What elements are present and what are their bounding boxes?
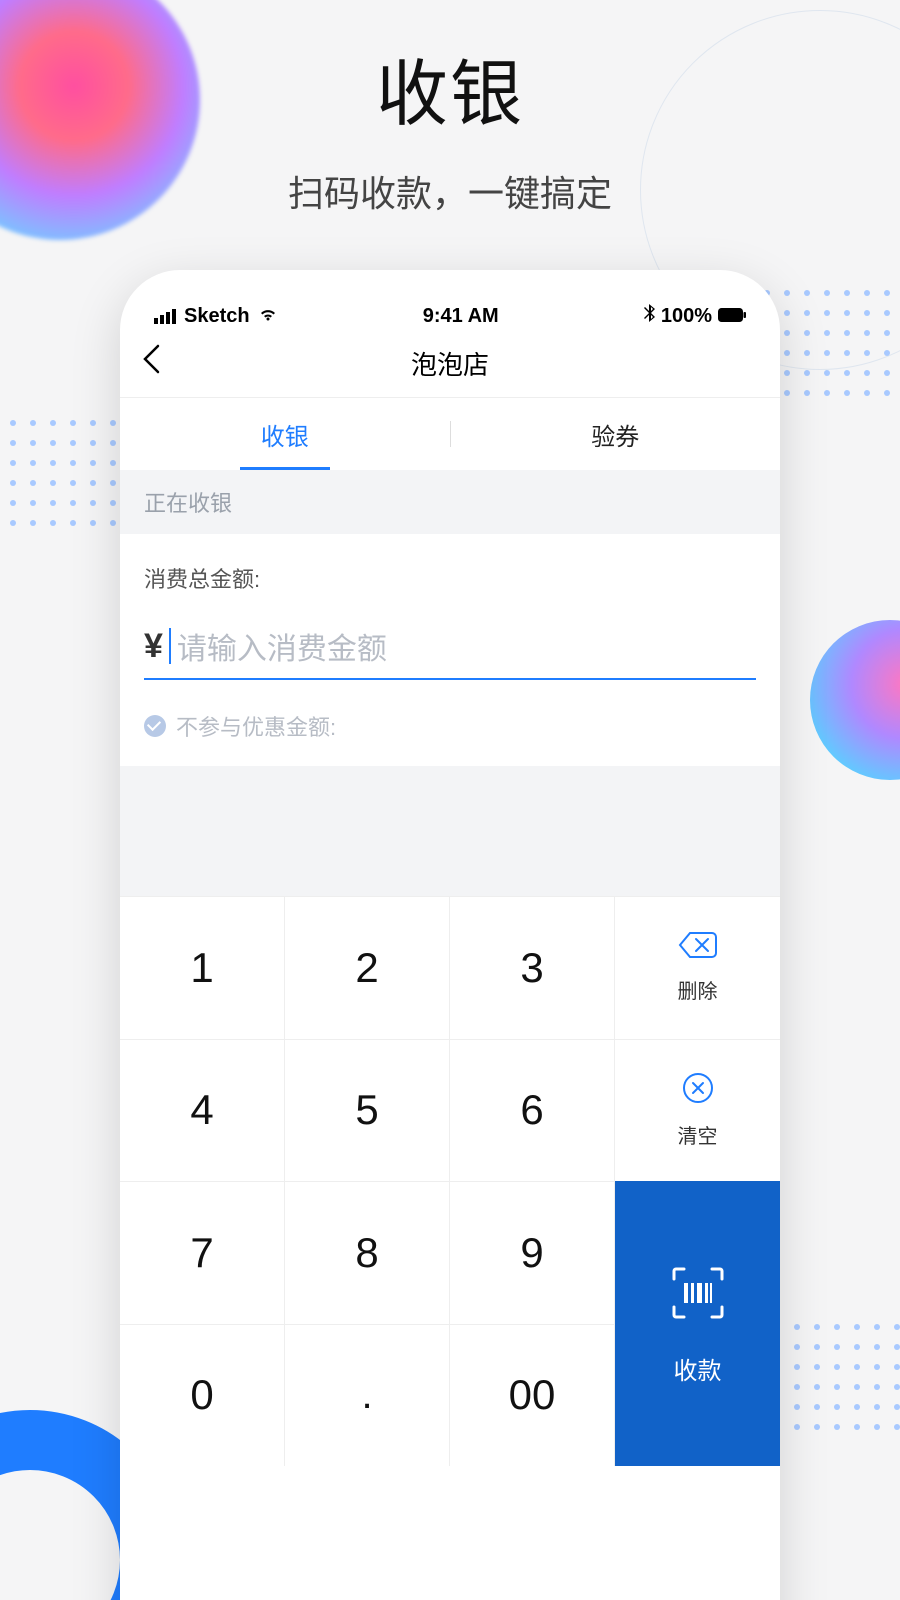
- backspace-icon: [678, 931, 718, 965]
- key-2[interactable]: 2: [285, 896, 450, 1039]
- tab-verify-label: 验券: [591, 417, 639, 452]
- amount-input[interactable]: ¥ 请输入消费金额: [144, 624, 756, 680]
- battery-percent: 100%: [661, 305, 712, 328]
- phone-mockup: Sketch 9:41 AM 100% 泡泡店 收银 验券 正在收银 消费总金额…: [120, 270, 780, 1600]
- key-delete-label: 删除: [678, 975, 718, 1004]
- bluetooth-icon: [644, 304, 655, 328]
- key-6[interactable]: 6: [450, 1039, 615, 1182]
- page-title: 泡泡店: [411, 345, 489, 382]
- tab-cashier[interactable]: 收银: [120, 398, 450, 470]
- amount-placeholder: 请输入消费金额: [177, 624, 387, 668]
- key-collect[interactable]: 收款: [615, 1181, 780, 1466]
- key-clear-label: 清空: [678, 1120, 718, 1149]
- signal-icon: [154, 309, 176, 324]
- key-5[interactable]: 5: [285, 1039, 450, 1182]
- status-time: 9:41 AM: [278, 305, 644, 328]
- key-9[interactable]: 9: [450, 1181, 615, 1324]
- bg-gradient-blob-right: [810, 620, 900, 780]
- nav-bar: 泡泡店: [120, 330, 780, 398]
- spacer-strip: [120, 766, 780, 896]
- key-delete[interactable]: 删除: [615, 896, 780, 1039]
- promo-subtitle: 扫码收款，一键搞定: [0, 165, 900, 217]
- check-circle-icon: [144, 715, 166, 737]
- key-3[interactable]: 3: [450, 896, 615, 1039]
- key-dot[interactable]: .: [285, 1324, 450, 1467]
- currency-symbol: ¥: [144, 627, 163, 666]
- back-button[interactable]: [142, 344, 160, 383]
- tab-verify-coupon[interactable]: 验券: [451, 398, 781, 470]
- no-discount-toggle[interactable]: 不参与优惠金额:: [120, 690, 780, 766]
- no-discount-label: 不参与优惠金额:: [176, 710, 336, 742]
- promo-title: 收银: [0, 35, 900, 140]
- clear-icon: [682, 1072, 714, 1110]
- tabs: 收银 验券: [120, 398, 780, 470]
- key-clear[interactable]: 清空: [615, 1039, 780, 1182]
- barcode-scan-icon: [666, 1261, 730, 1335]
- key-0[interactable]: 0: [120, 1324, 285, 1467]
- status-strip: 正在收银: [120, 470, 780, 534]
- key-4[interactable]: 4: [120, 1039, 285, 1182]
- status-bar: Sketch 9:41 AM 100%: [120, 270, 780, 330]
- wifi-icon: [258, 305, 278, 328]
- amount-label: 消费总金额:: [144, 562, 756, 594]
- amount-section: 消费总金额: ¥ 请输入消费金额: [120, 534, 780, 690]
- tab-cashier-label: 收银: [261, 417, 309, 452]
- key-8[interactable]: 8: [285, 1181, 450, 1324]
- numeric-keypad: 1 2 3 删除 4 5 6 清空 7 8 9: [120, 896, 780, 1466]
- key-00[interactable]: 00: [450, 1324, 615, 1467]
- carrier-label: Sketch: [184, 305, 250, 328]
- key-1[interactable]: 1: [120, 896, 285, 1039]
- key-7[interactable]: 7: [120, 1181, 285, 1324]
- key-collect-label: 收款: [674, 1351, 722, 1386]
- battery-icon: [718, 305, 746, 328]
- text-caret: [169, 628, 171, 664]
